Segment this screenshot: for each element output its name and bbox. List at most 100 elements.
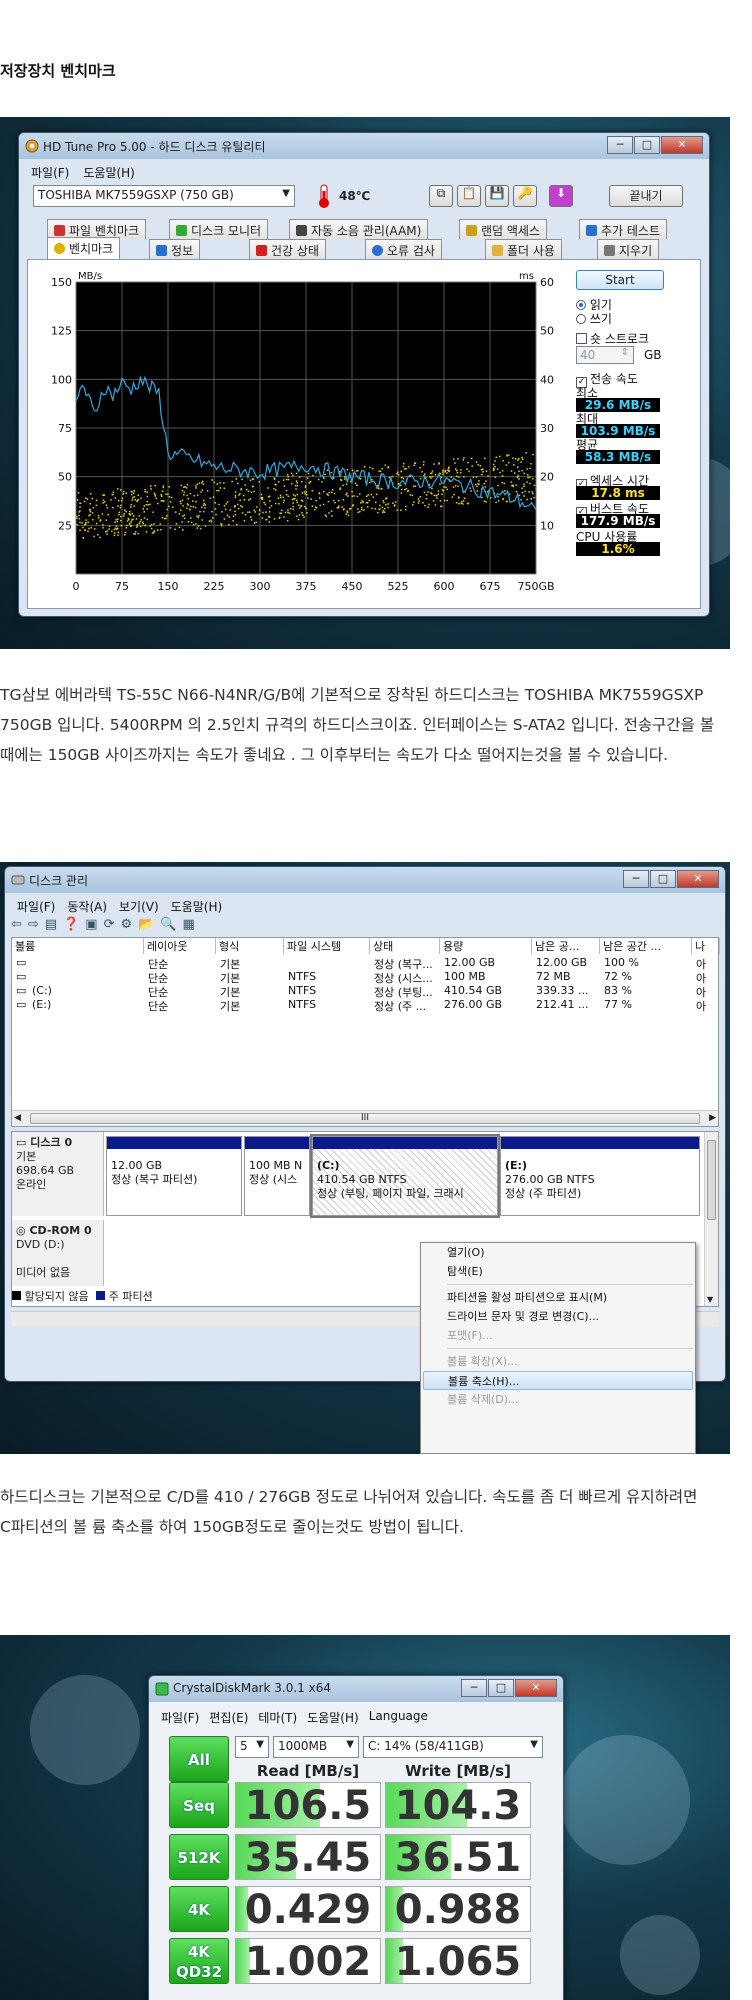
cdrom-label-panel[interactable]: ◎ CD-ROM 0 DVD (D:) 미디어 없음 [12, 1220, 104, 1286]
volume-cell[interactable]: NTFS [288, 970, 316, 983]
volume-cell[interactable]: 212.41 ... [536, 998, 588, 1011]
volume-cell[interactable]: 410.54 GB [444, 984, 502, 997]
search-icon[interactable]: 🔍 [160, 917, 176, 932]
maximize-button[interactable]: □ [488, 1679, 514, 1697]
col-free-pct[interactable]: 남은 공간 ... [600, 938, 692, 954]
volume-cell[interactable]: 기본 [220, 998, 240, 1014]
drive-select[interactable]: TOSHIBA MK7559GSXP (750 GB) ▼ [33, 185, 295, 207]
tab-erase[interactable]: 지우기 [597, 239, 660, 259]
volume-cell[interactable]: 12.00 GB [536, 956, 587, 969]
back-arrow-icon[interactable]: ⇦ [11, 917, 22, 932]
partition-e[interactable]: (E:) 276.00 GB NTFS 정상 (주 파티션) [500, 1136, 700, 1216]
volume-cell[interactable]: 339.33 ... [536, 984, 588, 997]
menu-edit[interactable]: 편집(E) [209, 1709, 248, 1726]
col-free[interactable]: 남은 공... [532, 938, 600, 954]
menu-file[interactable]: 파일(F) [161, 1709, 199, 1726]
volume-cell[interactable]: 정상 (주 ... [374, 998, 426, 1014]
export-icon[interactable]: ▦ [183, 917, 195, 932]
ctx-shrink[interactable]: 볼륨 축소(H)... [423, 1371, 693, 1390]
menu-theme[interactable]: 테마(T) [258, 1709, 297, 1726]
volume-cell[interactable]: 83 % [604, 984, 632, 997]
radio-write[interactable]: 쓰기 [576, 310, 612, 327]
col-fault[interactable]: 나 [692, 938, 720, 954]
passes-select[interactable]: 5 ▼ [235, 1736, 269, 1758]
ctx-explore[interactable]: 탐색(E) [421, 1262, 695, 1281]
maximize-button[interactable]: □ [650, 870, 676, 888]
up-icon[interactable]: ▤ [45, 917, 57, 932]
scroll-left-icon[interactable]: ◀ [14, 1113, 21, 1123]
forward-arrow-icon[interactable]: ⇨ [28, 917, 39, 932]
menu-help[interactable]: 도움말(H) [307, 1709, 359, 1726]
volume-cell[interactable]: NTFS [288, 998, 316, 1011]
start-button[interactable]: Start [576, 270, 664, 290]
partition-c[interactable]: (C:) 410.54 GB NTFS 정상 (부팅, 페이지 파일, 크래시 [310, 1134, 500, 1218]
scrollbar-thumb[interactable]: III [30, 1113, 700, 1124]
options-button[interactable]: 🔑 [513, 185, 537, 207]
ctx-mark-active[interactable]: 파티션을 활성 파티션으로 표시(M) [421, 1288, 695, 1307]
vertical-scrollbar[interactable]: ▼ [704, 1132, 718, 1306]
volume-cell[interactable]: 100 % [604, 956, 639, 969]
tab-folder-usage[interactable]: 폴더 사용 [485, 239, 562, 259]
partition-system[interactable]: 100 MB N 정상 (시스 [244, 1136, 310, 1216]
close-button[interactable]: ✕ [677, 870, 719, 888]
col-status[interactable]: 상태 [370, 938, 440, 954]
drive-select[interactable]: C: 14% (58/411GB) ▼ [363, 1736, 543, 1758]
ctx-extend[interactable]: 볼륨 확장(X)... [421, 1352, 695, 1371]
minimize-button[interactable]: ─ [607, 136, 633, 154]
volume-cell[interactable]: 아 [696, 998, 706, 1014]
tab-extra-tests[interactable]: 추가 테스트 [579, 219, 668, 239]
volume-cell[interactable]: NTFS [288, 984, 316, 997]
open-folder-icon[interactable]: 📂 [138, 917, 154, 932]
volume-cell[interactable]: (E:) [32, 998, 51, 1011]
properties-icon[interactable]: ▣ [85, 917, 97, 932]
exit-button[interactable]: 끝내기 [609, 185, 683, 207]
horizontal-scrollbar[interactable]: ◀ III ▶ [12, 1110, 718, 1126]
minimize-button[interactable]: ─ [461, 1679, 487, 1697]
volume-cell[interactable]: 276.00 GB [444, 998, 502, 1011]
test-button[interactable]: Seq [169, 1782, 229, 1828]
maximize-button[interactable]: □ [634, 136, 660, 154]
col-capacity[interactable]: 용량 [440, 938, 532, 954]
tab-health[interactable]: 건강 상태 [249, 239, 326, 259]
close-button[interactable]: ✕ [661, 136, 703, 154]
scroll-right-icon[interactable]: ▶ [709, 1113, 716, 1123]
menu-file[interactable]: 파일(F) [31, 164, 69, 181]
volume-cell[interactable]: 72 MB [536, 970, 571, 983]
tab-error-scan[interactable]: 오류 검사 [365, 239, 442, 259]
menu-file[interactable]: 파일(F) [17, 898, 55, 915]
volume-cell[interactable]: 72 % [604, 970, 632, 983]
all-button[interactable]: All [169, 1736, 229, 1782]
ctx-format[interactable]: 포맷(F)... [421, 1326, 695, 1345]
ctx-open[interactable]: 열기(O) [421, 1243, 695, 1262]
download-button[interactable]: ⬇ [549, 185, 573, 207]
col-filesystem[interactable]: 파일 시스템 [284, 938, 370, 954]
menu-action[interactable]: 동작(A) [67, 898, 107, 915]
save-button[interactable]: 💾 [485, 185, 509, 207]
tab-benchmark[interactable]: 벤치마크 [47, 237, 121, 259]
close-button[interactable]: ✕ [515, 1679, 557, 1697]
test-button[interactable]: 4K [169, 1886, 229, 1932]
help-icon[interactable]: ❓ [63, 917, 79, 932]
menu-view[interactable]: 보기(V) [119, 898, 159, 915]
settings-icon[interactable]: ⚙ [121, 917, 133, 932]
stroke-size-input[interactable]: 40 ⇕ [576, 346, 634, 364]
volume-cell[interactable]: 12.00 GB [444, 956, 495, 969]
col-volume[interactable]: 볼륨 [12, 938, 144, 954]
menu-language[interactable]: Language [369, 1709, 428, 1726]
test-button[interactable]: 512K [169, 1834, 229, 1880]
vscroll-thumb[interactable] [707, 1140, 716, 1220]
tab-info[interactable]: 정보 [149, 239, 201, 259]
test-button[interactable]: 4K QD32 [169, 1938, 229, 1984]
tab-disk-monitor[interactable]: 디스크 모니터 [169, 219, 269, 239]
tab-file-benchmark[interactable]: 파일 벤치마크 [47, 219, 147, 239]
col-layout[interactable]: 레이아웃 [144, 938, 216, 954]
tab-random-access[interactable]: 랜덤 액세스 [459, 219, 548, 239]
tab-aam[interactable]: 자동 소음 관리(AAM) [289, 219, 429, 239]
volume-cell[interactable]: (C:) [32, 984, 52, 997]
copy-text-button[interactable]: 📋 [457, 185, 481, 207]
menu-help[interactable]: 도움말(H) [83, 164, 135, 181]
ctx-delete[interactable]: 볼륨 삭제(D)... [421, 1390, 695, 1409]
col-type[interactable]: 형식 [216, 938, 284, 954]
partition-recovery[interactable]: 12.00 GB 정상 (복구 파티션) [106, 1136, 242, 1216]
scroll-down-icon[interactable]: ▼ [707, 1295, 713, 1304]
